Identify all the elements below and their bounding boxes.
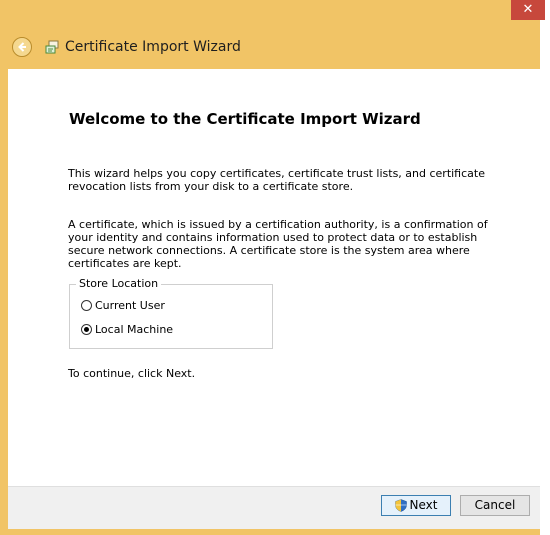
uac-shield-icon: [394, 499, 407, 512]
radio-local-machine-button[interactable]: [81, 324, 92, 335]
radio-current-user-button[interactable]: [81, 300, 92, 311]
wizard-content: Welcome to the Certificate Import Wizard…: [8, 69, 540, 486]
page-heading: Welcome to the Certificate Import Wizard: [69, 110, 421, 128]
description-text: A certificate, which is issued by a cert…: [68, 218, 488, 270]
window-frame: ✕ Certificate Import Wizard Welcome to t…: [0, 0, 550, 535]
close-button[interactable]: ✕: [511, 0, 545, 20]
radio-current-user-label: Current User: [95, 299, 165, 312]
continue-text: To continue, click Next.: [68, 367, 196, 380]
cancel-button-label: Cancel: [474, 498, 516, 512]
store-location-label: Store Location: [76, 277, 162, 291]
wizard-footer: Next Cancel: [8, 486, 540, 529]
certificate-wizard-icon: [45, 40, 59, 54]
window-frame-edge: [540, 0, 550, 535]
store-location-group: Store Location Current User Local Machin…: [69, 277, 273, 349]
back-arrow-icon: [18, 42, 26, 52]
close-icon: ✕: [522, 2, 534, 17]
next-button[interactable]: Next: [381, 495, 451, 516]
cancel-button[interactable]: Cancel: [460, 495, 530, 516]
window-title: Certificate Import Wizard: [65, 39, 241, 55]
radio-local-machine-label: Local Machine: [95, 323, 174, 336]
intro-text: This wizard helps you copy certificates,…: [68, 167, 485, 193]
radio-current-user[interactable]: Current User: [81, 299, 165, 312]
next-button-label: Next: [409, 498, 438, 512]
back-button[interactable]: [12, 37, 32, 57]
radio-local-machine[interactable]: Local Machine: [81, 323, 173, 336]
